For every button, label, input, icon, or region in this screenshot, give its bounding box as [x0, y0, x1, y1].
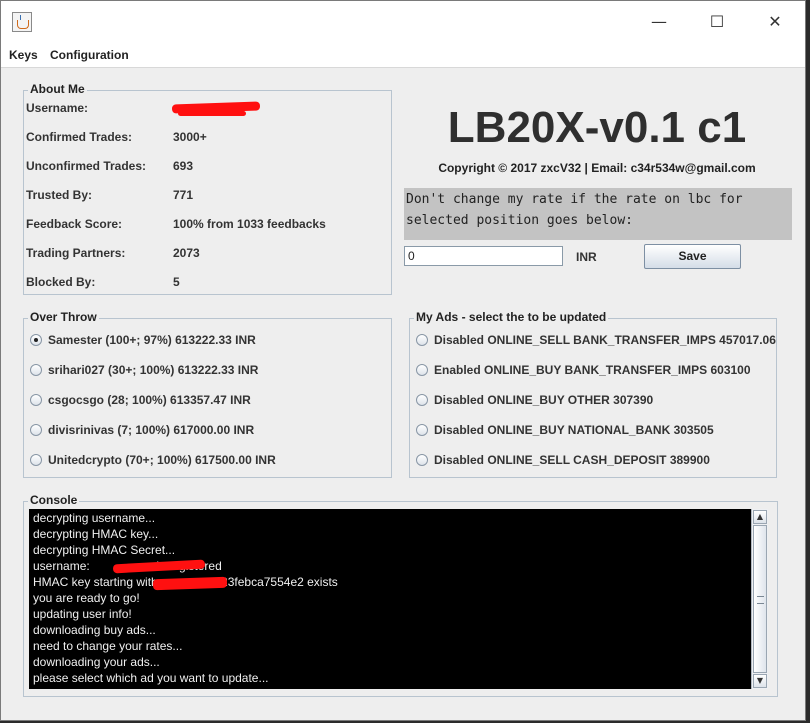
about-me-title: About Me — [28, 82, 87, 96]
unconfirmed-trades-value: 693 — [173, 159, 194, 173]
trading-partners-label: Trading Partners: — [26, 246, 126, 260]
console-line: you are ready to go! — [33, 591, 140, 605]
radio-button[interactable] — [30, 394, 42, 406]
radio-button-selected[interactable] — [30, 334, 42, 346]
main-content: About Me Username: Confirmed Trades: 300… — [2, 68, 804, 720]
radio-button[interactable] — [30, 454, 42, 466]
radio-button[interactable] — [30, 424, 42, 436]
overthrow-option-label[interactable]: Samester (100+; 97%) 613222.33 INR — [48, 333, 256, 347]
my-ad-option-label[interactable]: Disabled ONLINE_BUY OTHER 307390 — [434, 393, 653, 407]
feedback-score-value: 100% from 1033 feedbacks — [173, 217, 326, 231]
blocked-by-label: Blocked By: — [26, 275, 96, 289]
scroll-down-icon[interactable]: ▼ — [753, 674, 767, 688]
my-ad-option-label[interactable]: Disabled ONLINE_SELL CASH_DEPOSIT 389900 — [434, 453, 710, 467]
scroll-thumb[interactable] — [753, 525, 767, 673]
console-line: decrypting HMAC Secret... — [33, 543, 176, 557]
console-line: updating user info! — [33, 607, 132, 621]
username-redaction-2 — [178, 111, 246, 116]
radio-button[interactable] — [30, 364, 42, 376]
console-line: please select which ad you want to updat… — [33, 671, 269, 685]
maximize-icon[interactable]: ☐ — [702, 9, 732, 35]
console-line: downloading buy ads... — [33, 623, 156, 637]
username-label: Username: — [26, 101, 89, 115]
my-ads-title: My Ads - select the to be updated — [414, 310, 609, 324]
console-scrollbar[interactable]: ▲ ▼ — [751, 509, 768, 689]
my-ad-option-label[interactable]: Disabled ONLINE_BUY NATIONAL_BANK 303505 — [434, 423, 714, 437]
my-ad-option-label[interactable]: Enabled ONLINE_BUY BANK_TRANSFER_IMPS 60… — [434, 363, 751, 377]
console-line: downloading your ads... — [33, 655, 160, 669]
menu-bar: Keys Configuration — [1, 43, 805, 68]
console-text: decrypting username... decrypting HMAC k… — [33, 510, 748, 686]
trusted-by-label: Trusted By: — [26, 188, 93, 202]
minimize-icon[interactable]: — — [644, 9, 674, 35]
unconfirmed-trades-label: Unconfirmed Trades: — [26, 159, 147, 173]
console-line: HMAC key starting with 23febca7554e2 exi… — [33, 575, 338, 589]
currency-label: INR — [576, 250, 597, 264]
save-button[interactable]: Save — [644, 244, 741, 269]
menu-keys[interactable]: Keys — [9, 48, 38, 62]
app-window: — ☐ ✕ Keys Configuration About Me Userna… — [0, 0, 806, 721]
my-ad-option-label[interactable]: Disabled ONLINE_SELL BANK_TRANSFER_IMPS … — [434, 333, 776, 347]
radio-button[interactable] — [416, 334, 428, 346]
console-title: Console — [28, 493, 80, 507]
overthrow-option-label[interactable]: csgocsgo (28; 100%) 613357.47 INR — [48, 393, 251, 407]
radio-button[interactable] — [416, 364, 428, 376]
overthrow-option-label[interactable]: Unitedcrypto (70+; 100%) 617500.00 INR — [48, 453, 276, 467]
rate-warning-text: Don't change my rate if the rate on lbc … — [404, 188, 792, 240]
confirmed-trades-label: Confirmed Trades: — [26, 130, 133, 144]
console-line: need to change your rates... — [33, 639, 183, 653]
console-output[interactable]: decrypting username... decrypting HMAC k… — [29, 509, 768, 689]
copyright-text: Copyright © 2017 zxcV32 | Email: c34r534… — [438, 161, 756, 175]
feedback-score-label: Feedback Score: — [26, 217, 123, 231]
min-rate-input[interactable] — [404, 246, 563, 266]
radio-button[interactable] — [416, 454, 428, 466]
java-app-icon[interactable] — [12, 12, 32, 32]
console-line: decrypting username... — [33, 511, 156, 525]
radio-button[interactable] — [416, 394, 428, 406]
console-line: decrypting HMAC key... — [33, 527, 159, 541]
scroll-up-icon[interactable]: ▲ — [753, 510, 767, 524]
menu-configuration[interactable]: Configuration — [50, 48, 129, 62]
radio-button[interactable] — [416, 424, 428, 436]
trading-partners-value: 2073 — [173, 246, 200, 260]
trusted-by-value: 771 — [173, 188, 194, 202]
close-icon[interactable]: ✕ — [760, 9, 790, 35]
overthrow-option-label[interactable]: divisrinivas (7; 100%) 617000.00 INR — [48, 423, 254, 437]
over-throw-title: Over Throw — [28, 310, 99, 324]
app-title: LB20X-v0.1 c1 — [447, 103, 747, 152]
title-bar: — ☐ ✕ — [1, 1, 805, 43]
blocked-by-value: 5 — [173, 275, 180, 289]
overthrow-option-label[interactable]: srihari027 (30+; 100%) 613222.33 INR — [48, 363, 258, 377]
confirmed-trades-value: 3000+ — [173, 130, 207, 144]
